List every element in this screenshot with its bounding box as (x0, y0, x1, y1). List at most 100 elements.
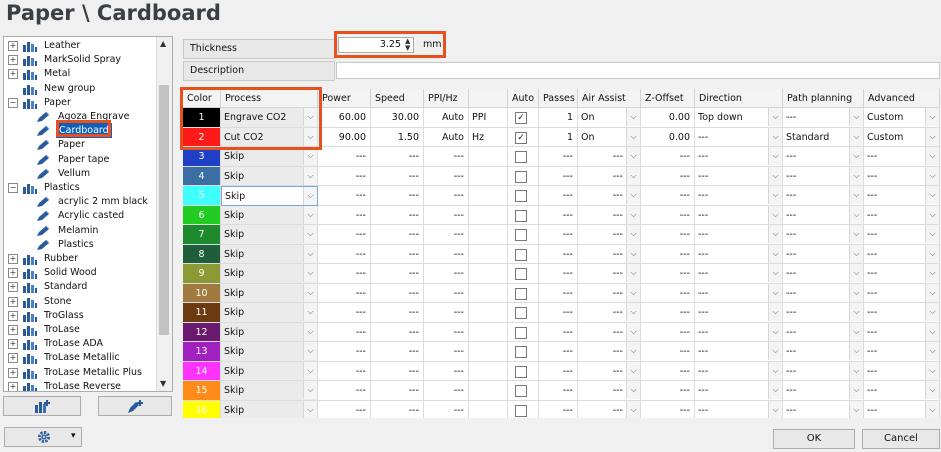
auto-checkbox[interactable] (515, 365, 527, 378)
air-assist-select[interactable]: --- ⌵ (578, 342, 641, 362)
chevron-down-icon[interactable]: ⌵ (925, 264, 939, 282)
chevron-down-icon[interactable]: ⌵ (849, 264, 863, 282)
tree-item[interactable]: + Solid Wood (8, 266, 158, 280)
passes-cell[interactable]: --- (539, 283, 578, 303)
chevron-down-icon[interactable]: ⌵ (849, 361, 863, 380)
direction-select[interactable]: --- ⌵ (695, 361, 783, 381)
path-planning-select[interactable]: --- ⌵ (783, 381, 864, 401)
z-offset-cell[interactable]: --- (641, 303, 695, 323)
tree-item[interactable]: Paper tape (8, 153, 158, 167)
power-cell[interactable]: 60.00 (318, 108, 371, 128)
expand-icon[interactable]: + (8, 254, 18, 264)
chevron-down-icon[interactable]: ⌵ (768, 381, 782, 399)
chevron-down-icon[interactable]: ⌵ (303, 187, 317, 205)
passes-cell[interactable]: --- (539, 342, 578, 362)
expand-icon[interactable]: + (8, 381, 18, 391)
path-planning-select[interactable]: --- ⌵ (783, 361, 864, 381)
chevron-down-icon[interactable]: ⌵ (849, 303, 863, 321)
ppi-unit-cell[interactable] (469, 361, 508, 381)
ppi-cell[interactable]: --- (424, 205, 469, 225)
chevron-down-icon[interactable]: ⌵ (925, 283, 939, 302)
cancel-button[interactable]: Cancel (862, 429, 940, 449)
passes-cell[interactable]: --- (539, 166, 578, 186)
auto-cell[interactable]: ✓ (508, 108, 539, 128)
direction-select[interactable]: --- ⌵ (695, 244, 783, 264)
ppi-cell[interactable]: Auto (424, 127, 469, 147)
tree-item[interactable]: Plastics (8, 238, 158, 252)
column-header-unit[interactable] (469, 89, 508, 108)
auto-cell[interactable] (508, 264, 539, 284)
auto-cell[interactable] (508, 342, 539, 362)
chevron-down-icon[interactable]: ⌵ (768, 244, 782, 263)
process-select[interactable]: Skip ⌵ (221, 303, 318, 323)
ppi-cell[interactable]: --- (424, 381, 469, 401)
column-header-power[interactable]: Power (318, 89, 371, 108)
chevron-down-icon[interactable]: ⌵ (849, 127, 863, 146)
expand-icon[interactable]: + (8, 69, 18, 80)
chevron-down-icon[interactable]: ⌵ (849, 381, 863, 399)
passes-cell[interactable]: --- (539, 225, 578, 245)
advanced-select[interactable]: --- ⌵ (864, 283, 940, 303)
settings-button[interactable]: ▾ (4, 427, 82, 447)
color-swatch[interactable]: 13 (183, 342, 221, 362)
color-swatch[interactable]: 15 (183, 381, 221, 401)
tree-item[interactable]: + TroLase Metallic (8, 351, 158, 365)
passes-cell[interactable]: 1 (539, 108, 578, 128)
chevron-down-icon[interactable]: ⌵ (303, 205, 317, 224)
auto-checkbox[interactable] (515, 170, 527, 183)
tree-item[interactable]: + TroLase Reverse (8, 380, 158, 391)
path-planning-select[interactable]: --- ⌵ (783, 303, 864, 323)
chevron-down-icon[interactable]: ⌵ (626, 342, 640, 360)
tree-item[interactable]: Acrylic casted (8, 209, 158, 223)
color-swatch[interactable]: 4 (183, 166, 221, 186)
chevron-down-icon[interactable]: ⌵ (303, 342, 317, 360)
ppi-cell[interactable]: --- (424, 186, 469, 206)
chevron-down-icon[interactable]: ⌵ (925, 205, 939, 224)
auto-cell[interactable] (508, 381, 539, 401)
column-header-passes[interactable]: Passes (539, 89, 578, 108)
speed-cell[interactable]: --- (371, 147, 424, 167)
expand-icon[interactable]: + (8, 325, 18, 335)
chevron-down-icon[interactable]: ⌵ (925, 303, 939, 321)
chevron-down-icon[interactable]: ⌵ (925, 166, 939, 185)
chevron-down-icon[interactable]: ⌵ (626, 205, 640, 224)
table-row[interactable]: 7 Skip ⌵ --- --- --- --- --- ⌵ --- --- ⌵ --- ⌵ --- ⌵ (183, 225, 941, 245)
auto-checkbox[interactable] (515, 326, 527, 339)
path-planning-select[interactable]: --- ⌵ (783, 108, 864, 128)
chevron-down-icon[interactable]: ⌵ (768, 186, 782, 204)
color-swatch[interactable]: 8 (183, 244, 221, 264)
ppi-unit-cell[interactable] (469, 264, 508, 284)
color-swatch[interactable]: 6 (183, 205, 221, 225)
expand-icon[interactable]: + (8, 268, 18, 279)
chevron-down-icon[interactable]: ⌵ (925, 342, 939, 360)
power-cell[interactable]: --- (318, 264, 371, 284)
collapse-icon[interactable]: − (8, 183, 18, 193)
z-offset-cell[interactable]: --- (641, 342, 695, 362)
column-header-z-offset[interactable]: Z-Offset (641, 89, 695, 108)
advanced-select[interactable]: --- ⌵ (864, 205, 940, 225)
air-assist-select[interactable]: --- ⌵ (578, 225, 641, 245)
color-swatch[interactable]: 10 (183, 283, 221, 303)
z-offset-cell[interactable]: 0.00 (641, 127, 695, 147)
air-assist-select[interactable]: --- ⌵ (578, 244, 641, 264)
chevron-down-icon[interactable]: ⌵ (849, 322, 863, 341)
ppi-unit-cell[interactable] (469, 186, 508, 206)
ppi-cell[interactable]: --- (424, 244, 469, 264)
table-row[interactable]: 15 Skip ⌵ --- --- --- --- --- ⌵ --- --- ⌵ --- ⌵ --- ⌵ (183, 381, 941, 401)
chevron-down-icon[interactable]: ⌵ (626, 108, 640, 126)
advanced-select[interactable]: Custom ⌵ (864, 108, 940, 128)
table-row[interactable]: 9 Skip ⌵ --- --- --- --- --- ⌵ --- --- ⌵ --- ⌵ --- ⌵ (183, 264, 941, 284)
ppi-unit-cell[interactable] (469, 322, 508, 342)
air-assist-select[interactable]: --- ⌵ (578, 166, 641, 186)
color-swatch[interactable]: 7 (183, 225, 221, 245)
auto-cell[interactable] (508, 283, 539, 303)
tree-item[interactable]: Vellum (8, 167, 158, 181)
chevron-down-icon[interactable]: ⌵ (925, 244, 939, 263)
direction-select[interactable]: --- ⌵ (695, 186, 783, 206)
chevron-down-icon[interactable]: ⌵ (849, 400, 863, 419)
auto-cell[interactable] (508, 361, 539, 381)
tree-item[interactable]: − Paper (8, 96, 158, 110)
color-swatch[interactable]: 9 (183, 264, 221, 284)
auto-checkbox[interactable] (515, 209, 527, 222)
thickness-input[interactable]: 3.25 (338, 37, 414, 53)
